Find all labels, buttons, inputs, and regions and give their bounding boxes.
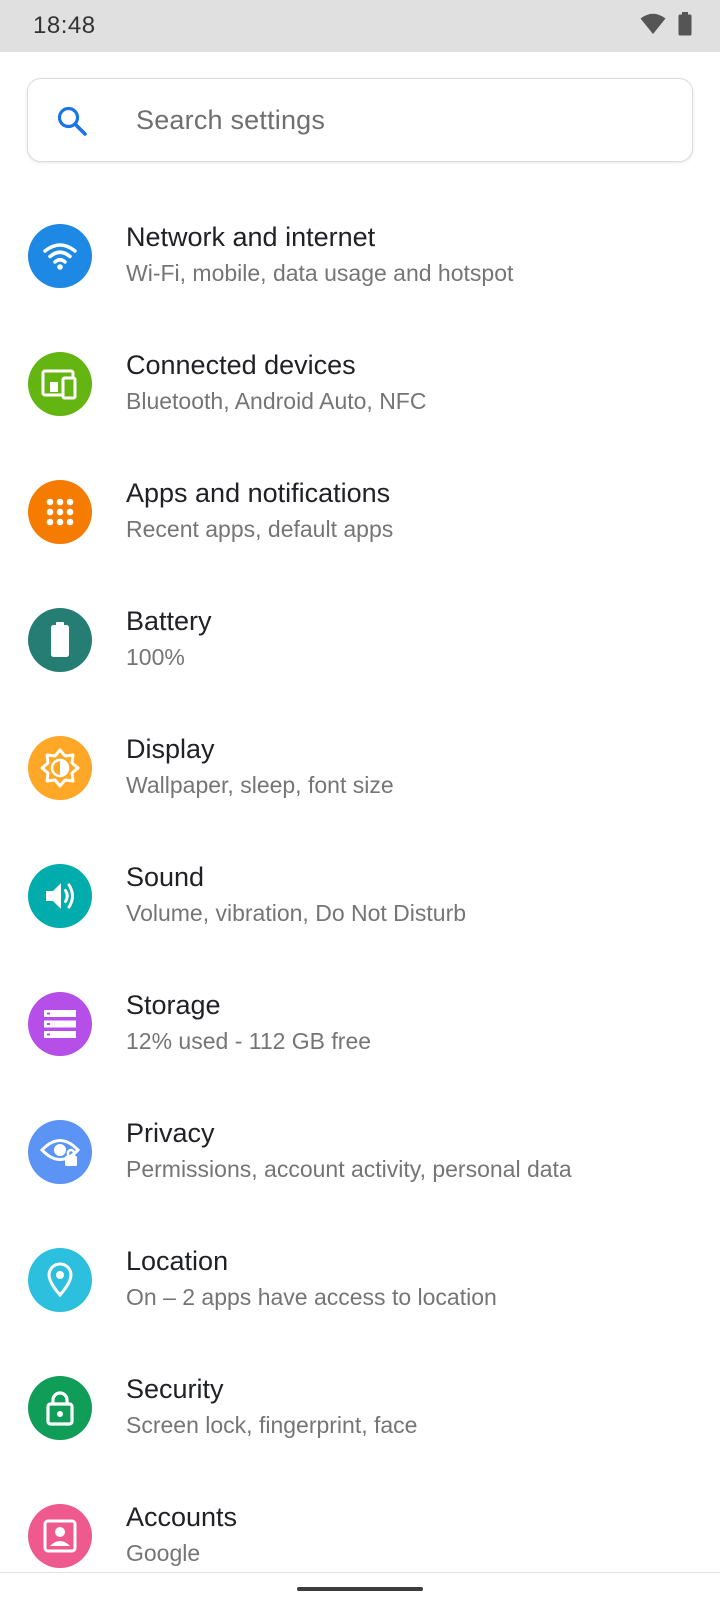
settings-item-subtitle: On – 2 apps have access to location (126, 1284, 497, 1310)
settings-item-title: Storage (126, 990, 221, 1020)
settings-item-subtitle: 12% used - 112 GB free (126, 1028, 372, 1054)
settings-item-title: Location (126, 1246, 229, 1276)
wifi-icon (640, 13, 666, 40)
search-placeholder: Search settings (136, 105, 326, 135)
search-settings-bar[interactable]: Search settings (27, 78, 693, 162)
status-time: 18:48 (33, 12, 96, 39)
settings-item-battery[interactable]: Battery 100% (0, 576, 720, 704)
settings-item-subtitle: Google (126, 1540, 201, 1566)
status-bar: 18:48 (0, 0, 720, 52)
settings-item-title: Network and internet (126, 222, 376, 252)
settings-item-network-and-internet[interactable]: Network and internet Wi-Fi, mobile, data… (0, 192, 720, 320)
settings-item-security[interactable]: Security Screen lock, fingerprint, face (0, 1344, 720, 1472)
settings-item-title: Connected devices (126, 350, 356, 380)
settings-item-subtitle: 100% (126, 644, 185, 670)
settings-item-subtitle: Wallpaper, sleep, font size (126, 772, 394, 798)
settings-item-subtitle: Recent apps, default apps (126, 516, 394, 542)
location-pin-icon (28, 1248, 92, 1312)
settings-item-subtitle: Volume, vibration, Do Not Disturb (126, 900, 467, 926)
wifi-icon (28, 224, 92, 288)
apps-icon (28, 480, 92, 544)
settings-item-title: Privacy (126, 1118, 215, 1148)
settings-item-title: Display (126, 734, 215, 764)
settings-item-title: Sound (126, 862, 205, 892)
privacy-eye-icon (28, 1120, 92, 1184)
settings-list: Network and internet Wi-Fi, mobile, data… (0, 192, 720, 1600)
navigation-bar (0, 1572, 720, 1601)
volume-icon (28, 864, 92, 928)
settings-item-location[interactable]: Location On – 2 apps have access to loca… (0, 1216, 720, 1344)
settings-item-connected-devices[interactable]: Connected devices Bluetooth, Android Aut… (0, 320, 720, 448)
battery-icon (678, 12, 692, 41)
settings-item-privacy[interactable]: Privacy Permissions, account activity, p… (0, 1088, 720, 1216)
battery-icon (28, 608, 92, 672)
settings-item-storage[interactable]: Storage 12% used - 112 GB free (0, 960, 720, 1088)
account-icon (28, 1504, 92, 1568)
settings-item-title: Apps and notifications (126, 478, 391, 508)
storage-icon (28, 992, 92, 1056)
settings-item-subtitle: Screen lock, fingerprint, face (126, 1412, 418, 1438)
lock-icon (28, 1376, 92, 1440)
settings-item-subtitle: Permissions, account activity, personal … (126, 1156, 572, 1182)
settings-item-title: Accounts (126, 1502, 238, 1532)
status-icons (640, 12, 692, 41)
settings-item-sound[interactable]: Sound Volume, vibration, Do Not Disturb (0, 832, 720, 960)
settings-item-display[interactable]: Display Wallpaper, sleep, font size (0, 704, 720, 832)
devices-icon (28, 352, 92, 416)
search-icon (56, 105, 88, 137)
settings-item-title: Security (126, 1374, 224, 1404)
settings-item-title: Battery (126, 606, 212, 636)
home-gesture-handle[interactable] (297, 1587, 423, 1591)
brightness-icon (28, 736, 92, 800)
settings-item-subtitle: Bluetooth, Android Auto, NFC (126, 388, 427, 414)
settings-item-subtitle: Wi-Fi, mobile, data usage and hotspot (126, 260, 514, 286)
settings-item-apps-and-notifications[interactable]: Apps and notifications Recent apps, defa… (0, 448, 720, 576)
